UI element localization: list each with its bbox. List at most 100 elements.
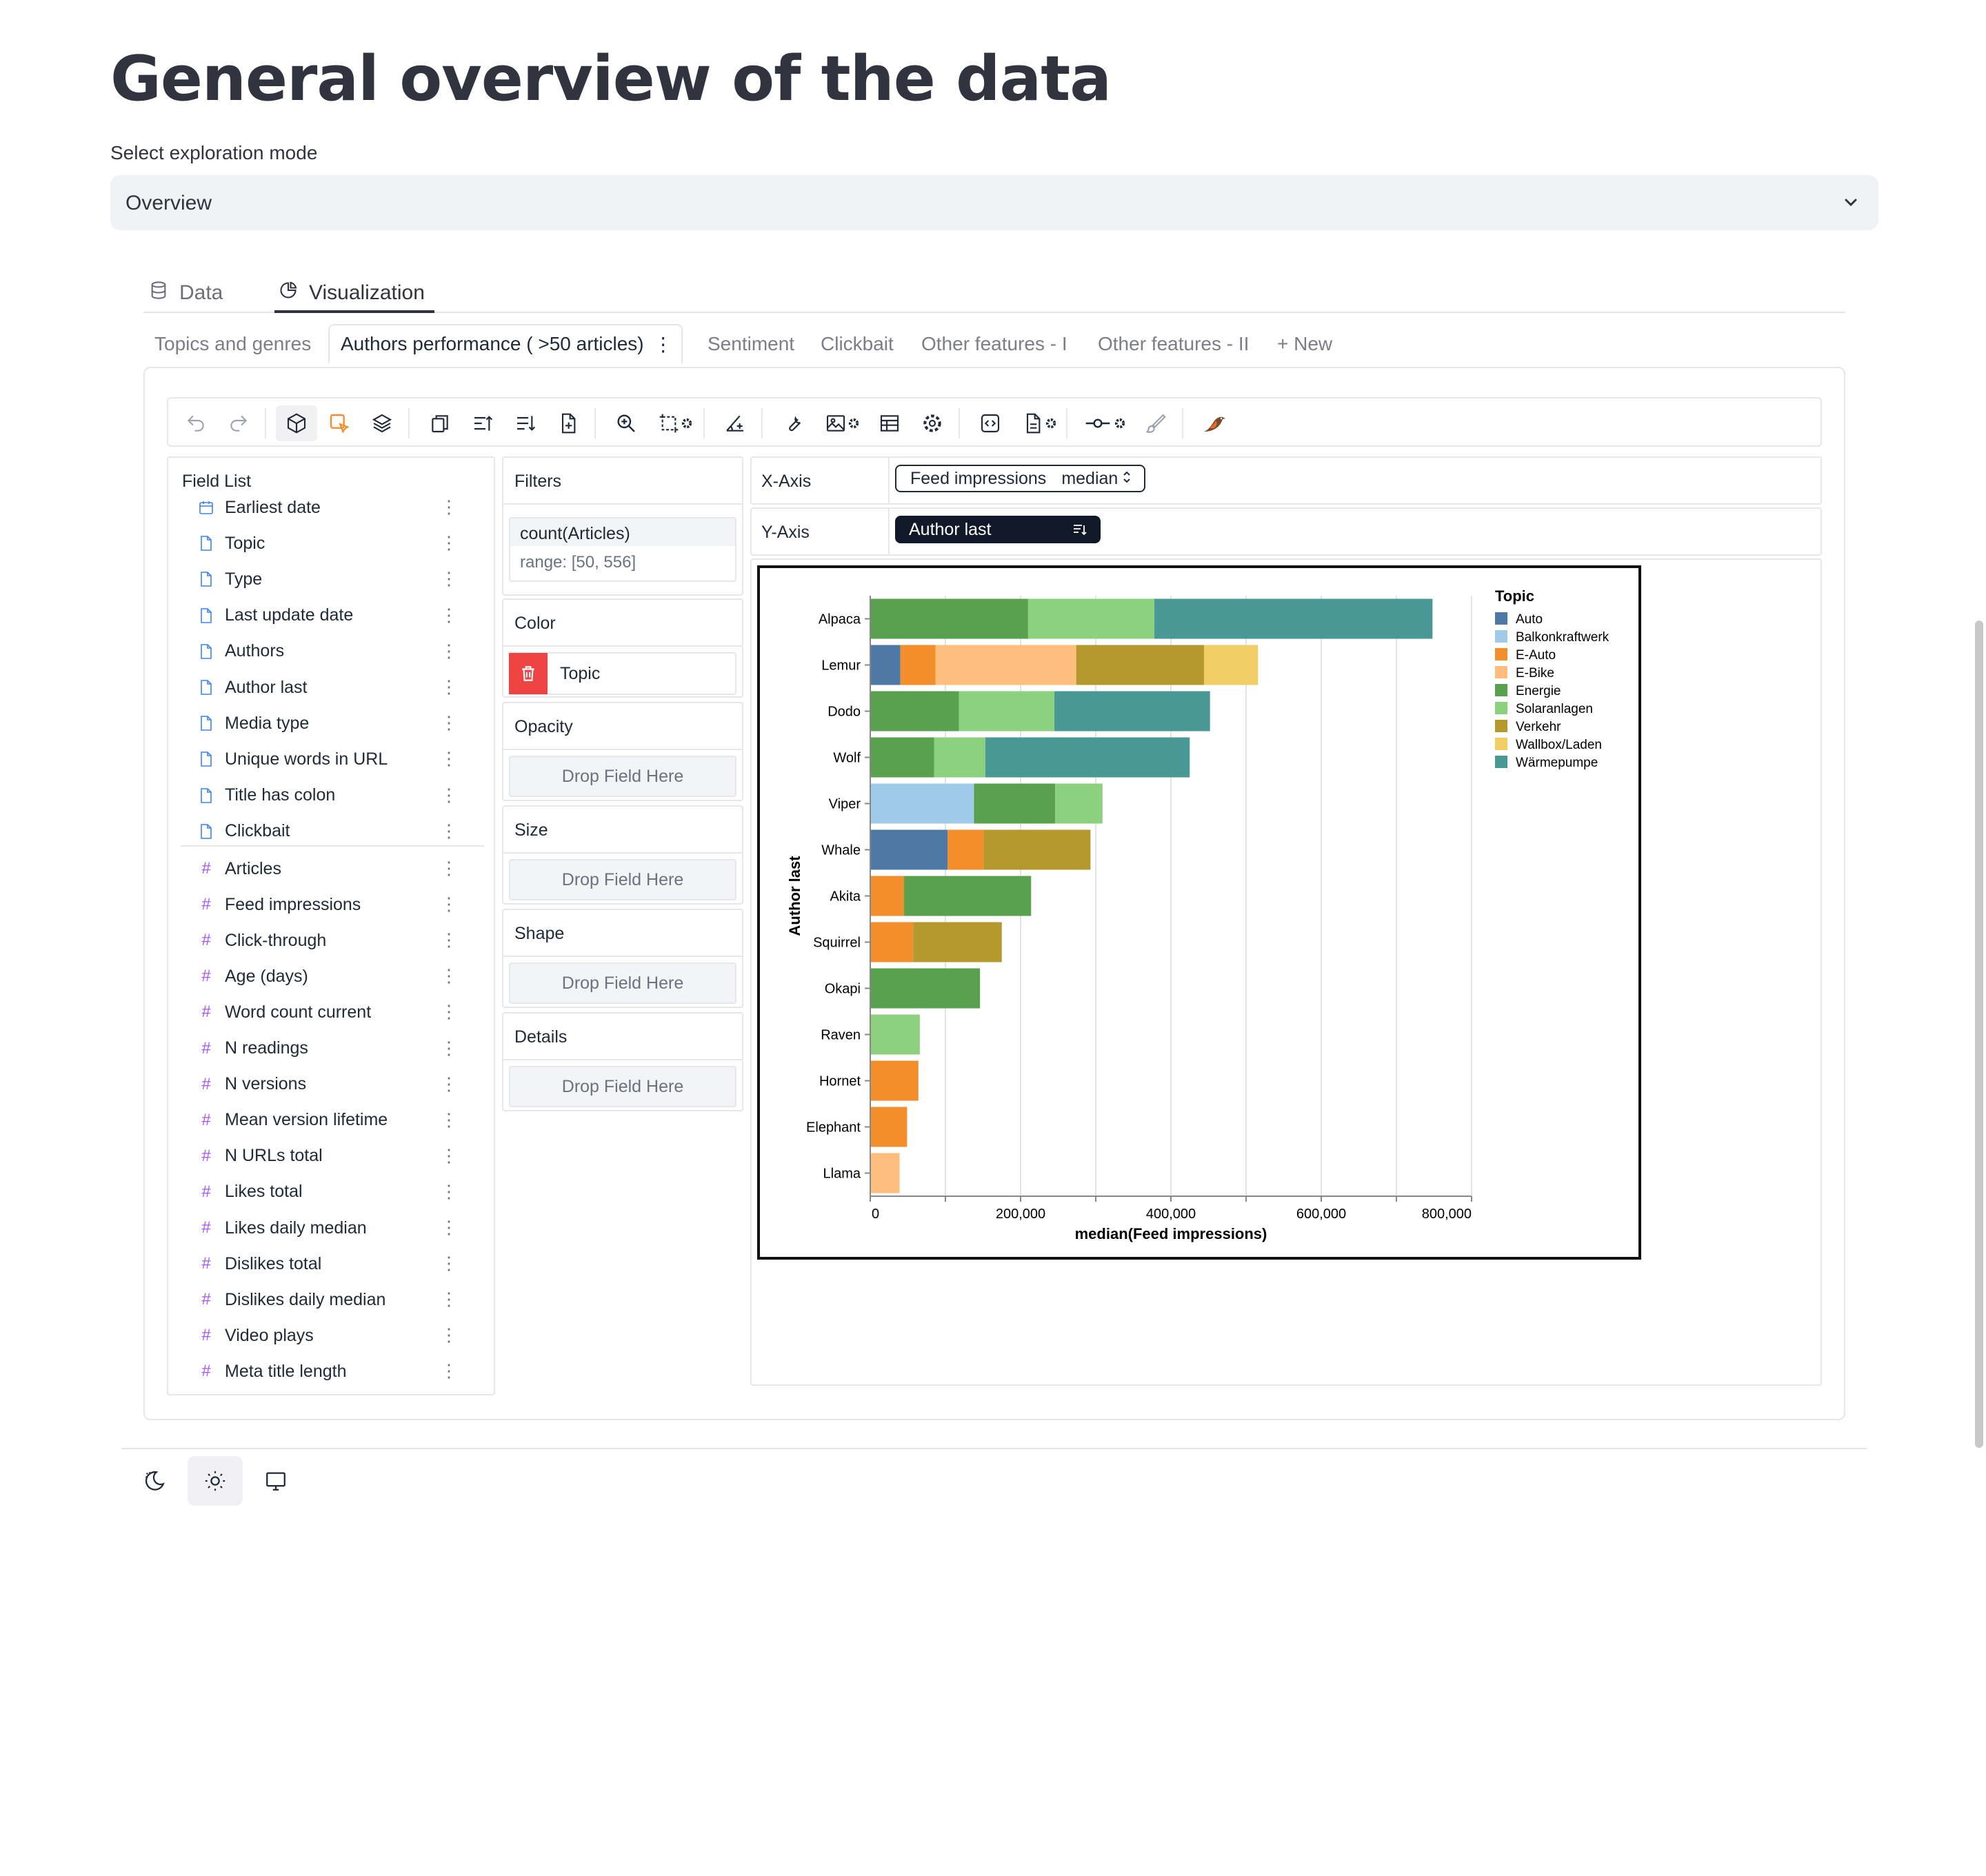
color-field-pill[interactable]: Topic	[509, 652, 736, 695]
more-vertical-icon[interactable]: ⋮	[440, 1289, 458, 1310]
exploration-mode-select[interactable]: Overview	[110, 175, 1878, 230]
image-settings-icon[interactable]	[847, 407, 861, 440]
field-name: Dislikes daily median	[225, 1289, 386, 1309]
measure-field[interactable]: # Age (days) ⋮	[196, 961, 472, 991]
more-vertical-icon[interactable]: ⋮	[440, 496, 458, 518]
table-icon[interactable]	[869, 405, 910, 441]
filter-item[interactable]: count(Articles) range: [50, 556]	[509, 517, 736, 582]
subtab-topics-and-genres[interactable]: Topics and genres	[143, 324, 322, 364]
more-vertical-icon[interactable]: ⋮	[440, 532, 458, 554]
commit-icon[interactable]	[1077, 405, 1119, 441]
aggregation-select[interactable]: median	[1061, 469, 1132, 489]
more-vertical-icon[interactable]: ⋮	[654, 333, 673, 356]
undo-icon[interactable]	[175, 405, 217, 441]
zoom-in-icon[interactable]	[605, 405, 647, 441]
subtab-authors-performance[interactable]: Authors performance ( >50 articles) ⋮	[328, 324, 683, 364]
more-vertical-icon[interactable]: ⋮	[440, 1360, 458, 1382]
dimension-field[interactable]: Type ⋮	[196, 564, 472, 594]
dimension-field[interactable]: Title has colon ⋮	[196, 780, 472, 811]
code-icon[interactable]	[970, 405, 1011, 441]
more-vertical-icon[interactable]: ⋮	[440, 676, 458, 698]
subtab-sentiment[interactable]: Sentiment	[696, 324, 805, 364]
more-vertical-icon[interactable]: ⋮	[440, 894, 458, 915]
sort-descending-icon[interactable]	[1072, 521, 1088, 543]
measure-field[interactable]: # Meta title length ⋮	[196, 1356, 472, 1386]
dimension-field[interactable]: Unique words in URL ⋮	[196, 744, 472, 774]
measure-field[interactable]: # Likes total ⋮	[196, 1177, 472, 1207]
dimension-field[interactable]: Last update date ⋮	[196, 601, 472, 631]
more-vertical-icon[interactable]: ⋮	[440, 641, 458, 662]
measure-field[interactable]: # N URLs total ⋮	[196, 1141, 472, 1171]
export-settings-icon[interactable]	[1044, 407, 1058, 440]
measure-field[interactable]: # Feed impressions ⋮	[196, 889, 472, 920]
more-vertical-icon[interactable]: ⋮	[440, 1217, 458, 1238]
measure-field[interactable]: # Dislikes daily median ⋮	[196, 1284, 472, 1315]
tab-visualization[interactable]: Visualization	[279, 273, 425, 313]
more-vertical-icon[interactable]: ⋮	[440, 1145, 458, 1167]
cube-icon[interactable]	[276, 405, 317, 441]
brush-selection-icon[interactable]	[319, 405, 360, 441]
sort-ascending-icon[interactable]	[462, 405, 503, 441]
system-theme-icon[interactable]	[248, 1456, 303, 1506]
more-vertical-icon[interactable]: ⋮	[440, 1181, 458, 1202]
measure-field[interactable]: # Mean version lifetime ⋮	[196, 1105, 472, 1136]
more-vertical-icon[interactable]: ⋮	[440, 929, 458, 951]
more-vertical-icon[interactable]: ⋮	[440, 820, 458, 842]
more-vertical-icon[interactable]: ⋮	[440, 1253, 458, 1274]
more-vertical-icon[interactable]: ⋮	[440, 568, 458, 589]
measure-field[interactable]: # Articles ⋮	[196, 854, 472, 884]
settings-gear-icon[interactable]	[912, 405, 953, 441]
dimension-field[interactable]: Earliest date ⋮	[196, 492, 472, 523]
details-drop-zone[interactable]: Drop Field Here	[509, 1066, 736, 1107]
more-vertical-icon[interactable]: ⋮	[440, 605, 458, 626]
add-file-icon[interactable]	[548, 405, 589, 441]
more-vertical-icon[interactable]: ⋮	[440, 965, 458, 987]
layers-icon[interactable]	[361, 405, 403, 441]
opacity-drop-zone[interactable]: Drop Field Here	[509, 756, 736, 797]
more-vertical-icon[interactable]: ⋮	[440, 1109, 458, 1131]
light-theme-icon[interactable]	[188, 1456, 243, 1506]
more-vertical-icon[interactable]: ⋮	[440, 1073, 458, 1095]
tab-data[interactable]: Data	[149, 273, 223, 313]
subtab-other-features-2[interactable]: Other features - II	[1087, 324, 1260, 364]
trash-icon[interactable]	[509, 653, 548, 694]
dimension-field[interactable]: Authors ⋮	[196, 636, 472, 667]
subtab-clickbait[interactable]: Clickbait	[810, 324, 905, 364]
more-vertical-icon[interactable]: ⋮	[440, 785, 458, 806]
redo-icon[interactable]	[218, 405, 259, 441]
more-vertical-icon[interactable]: ⋮	[440, 1038, 458, 1059]
wrench-icon[interactable]	[772, 405, 814, 441]
dimension-field[interactable]: Topic ⋮	[196, 528, 472, 558]
measure-field[interactable]: # N readings ⋮	[196, 1033, 472, 1064]
subtab-new[interactable]: + New	[1266, 324, 1343, 364]
axis-angle-icon[interactable]	[714, 405, 756, 441]
more-vertical-icon[interactable]: ⋮	[440, 748, 458, 769]
shape-drop-zone[interactable]: Drop Field Here	[509, 962, 736, 1004]
bird-logo-icon[interactable]	[1193, 405, 1234, 441]
auto-theme-icon[interactable]	[127, 1456, 182, 1506]
y-axis-field-pill[interactable]: Author last	[895, 516, 1101, 543]
measure-field[interactable]: # Click-through ⋮	[196, 925, 472, 956]
measure-field[interactable]: # Video plays ⋮	[196, 1320, 472, 1351]
more-vertical-icon[interactable]: ⋮	[440, 858, 458, 879]
size-drop-zone[interactable]: Drop Field Here	[509, 859, 736, 900]
transpose-icon[interactable]	[419, 405, 461, 441]
paintbrush-icon[interactable]	[1135, 405, 1176, 441]
measure-field[interactable]: # Word count current ⋮	[196, 997, 472, 1027]
bar-segment	[1154, 598, 1433, 639]
sort-descending-icon[interactable]	[505, 405, 546, 441]
measure-field[interactable]: # N versions ⋮	[196, 1069, 472, 1100]
dimension-field[interactable]: Author last ⋮	[196, 672, 472, 703]
more-vertical-icon[interactable]: ⋮	[440, 1324, 458, 1346]
dimension-field[interactable]: Media type ⋮	[196, 708, 472, 738]
measure-field[interactable]: # Likes daily median ⋮	[196, 1213, 472, 1243]
x-axis-field-pill[interactable]: Feed impressions median	[895, 465, 1146, 492]
commit-settings-icon[interactable]	[1113, 407, 1127, 440]
resize-settings-icon[interactable]	[680, 407, 694, 440]
more-vertical-icon[interactable]: ⋮	[440, 712, 458, 734]
dimension-field[interactable]: Clickbait ⋮	[196, 816, 472, 843]
more-vertical-icon[interactable]: ⋮	[440, 1001, 458, 1022]
subtab-other-features-1[interactable]: Other features - I	[910, 324, 1079, 364]
measure-field[interactable]: # Dislikes total ⋮	[196, 1249, 472, 1279]
page-scrollbar[interactable]	[1975, 621, 1983, 1448]
